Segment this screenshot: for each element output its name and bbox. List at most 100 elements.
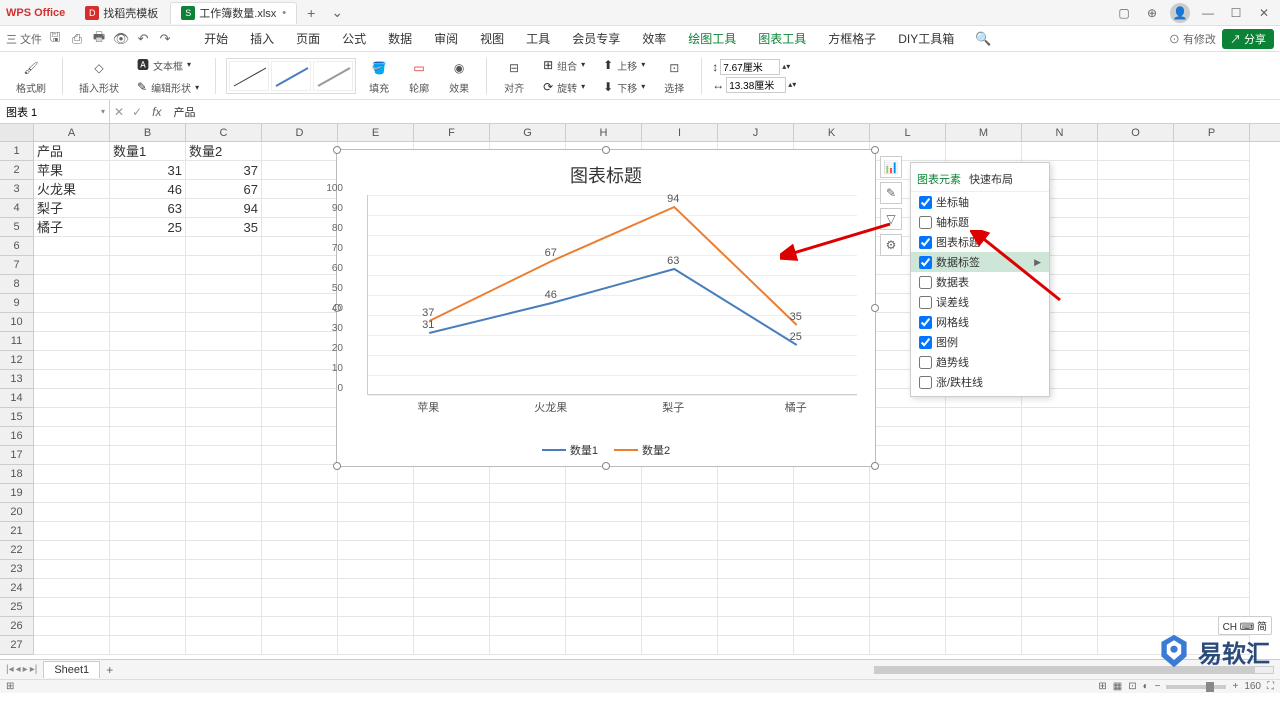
cell[interactable] [1174,199,1250,218]
cell[interactable] [566,598,642,617]
cell[interactable] [946,465,1022,484]
row-header[interactable]: 20 [0,503,34,522]
cell[interactable] [718,617,794,636]
cell[interactable] [110,275,186,294]
cell[interactable] [338,465,414,484]
view-break-icon[interactable]: ⊡ [1128,681,1136,692]
cell[interactable] [414,484,490,503]
cell[interactable] [186,636,262,655]
prev-sheet-icon[interactable]: ◂ [16,664,21,675]
accept-icon[interactable]: ✓ [128,105,146,119]
col-header[interactable]: M [946,124,1022,141]
menu-tab-2[interactable]: 页面 [286,26,330,51]
cell[interactable] [642,541,718,560]
row-header[interactable]: 10 [0,313,34,332]
group-button[interactable]: ⊞ 组合▾ [537,55,591,75]
cell[interactable] [186,617,262,636]
menu-tab-1[interactable]: 插入 [240,26,284,51]
cell[interactable] [110,332,186,351]
cell[interactable] [490,579,566,598]
maximize-button[interactable]: ☐ [1226,3,1246,23]
cell[interactable] [186,427,262,446]
cell[interactable] [870,503,946,522]
cell[interactable] [870,579,946,598]
last-sheet-icon[interactable]: ▸| [30,664,38,675]
width-input[interactable] [726,77,786,93]
chart-object[interactable]: 图表标题 0102030405060708090100 苹果火龙果梨子橘子 31… [336,149,876,467]
cell[interactable] [1174,541,1250,560]
cell[interactable] [110,560,186,579]
cell[interactable]: 数量1 [110,142,186,161]
col-header[interactable]: F [414,124,490,141]
cell[interactable] [794,636,870,655]
cell[interactable] [946,522,1022,541]
cell[interactable] [262,484,338,503]
row-header[interactable]: 26 [0,617,34,636]
effect-button[interactable]: ◉ 效果 [442,55,476,97]
cell[interactable] [870,446,946,465]
cell[interactable] [186,351,262,370]
cell[interactable]: 橘子 [34,218,110,237]
textbox-button[interactable]: 🅰 文本框▾ [131,54,205,75]
cell[interactable] [262,541,338,560]
cell[interactable] [1098,332,1174,351]
cell[interactable]: 37 [186,161,262,180]
cell[interactable] [34,389,110,408]
cell[interactable] [946,617,1022,636]
cell[interactable] [110,389,186,408]
cell[interactable] [870,522,946,541]
cell[interactable] [642,636,718,655]
cell[interactable] [1174,256,1250,275]
cell[interactable] [262,142,338,161]
cell[interactable] [186,484,262,503]
popup-item-1[interactable]: 轴标题 [911,212,1049,232]
cell[interactable] [262,408,338,427]
cell[interactable] [490,560,566,579]
popup-checkbox[interactable] [919,216,932,229]
movedown-button[interactable]: ⬇ 下移▾ [597,77,651,97]
popup-checkbox[interactable] [919,236,932,249]
tab-template[interactable]: D 找稻壳模板 [75,2,168,24]
moveup-button[interactable]: ⬆ 上移▾ [597,55,651,75]
cell[interactable] [1098,598,1174,617]
cell[interactable]: 火龙果 [34,180,110,199]
popup-item-3[interactable]: 数据标签▶ [911,252,1049,272]
cell[interactable] [110,617,186,636]
cell[interactable] [490,522,566,541]
cell[interactable] [338,484,414,503]
zoom-level[interactable]: 160 [1244,681,1261,692]
popup-item-0[interactable]: 坐标轴 [911,192,1049,212]
cell[interactable] [1022,503,1098,522]
cell[interactable] [338,503,414,522]
cell[interactable] [1022,484,1098,503]
chart-legend[interactable]: 数量1数量2 [337,442,875,458]
menu-tab-8[interactable]: 会员专享 [562,26,630,51]
cell[interactable] [1174,408,1250,427]
cell[interactable] [946,503,1022,522]
col-header[interactable]: P [1174,124,1250,141]
row-header[interactable]: 8 [0,275,34,294]
cell[interactable] [414,579,490,598]
cell[interactable] [262,427,338,446]
cell[interactable] [1022,636,1098,655]
cell[interactable] [34,484,110,503]
cell[interactable] [338,636,414,655]
style-gallery[interactable] [226,58,356,94]
cell[interactable] [946,636,1022,655]
cell[interactable] [1174,237,1250,256]
cell[interactable] [718,636,794,655]
cell[interactable] [262,560,338,579]
cell[interactable]: 产品 [34,142,110,161]
cell[interactable] [794,484,870,503]
format-painter[interactable]: 🖌 格式刷 [10,55,52,97]
cell[interactable]: 63 [110,199,186,218]
cell[interactable] [110,503,186,522]
cell[interactable] [186,598,262,617]
menu-tab-9[interactable]: 效率 [632,26,676,51]
cell[interactable] [1098,275,1174,294]
cell[interactable] [566,617,642,636]
row-header[interactable]: 16 [0,427,34,446]
cell[interactable] [186,541,262,560]
cell[interactable] [262,598,338,617]
menu-tab-0[interactable]: 开始 [194,26,238,51]
